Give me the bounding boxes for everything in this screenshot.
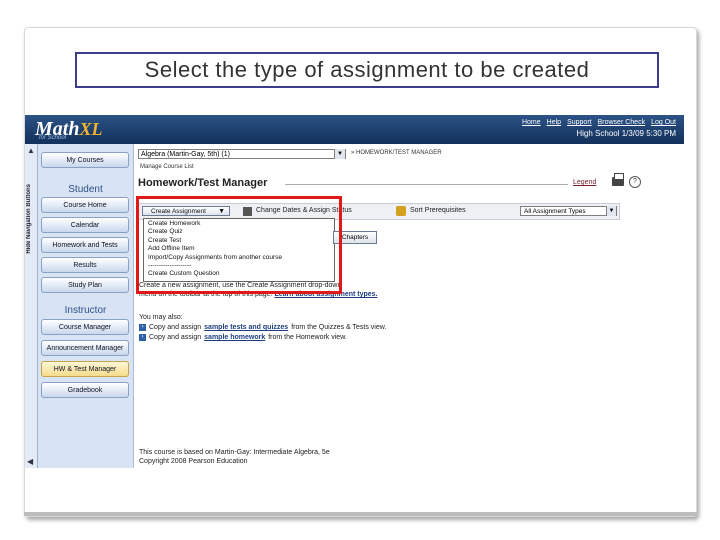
logo-xl: XL — [79, 119, 103, 139]
app-header: MathXL for School Home Help Support Brow… — [25, 115, 684, 144]
manage-course-list-link[interactable]: Manage Course List — [140, 164, 194, 170]
collapse-up-arrow-icon[interactable]: ▲ — [27, 146, 35, 155]
hide-navigation-bar[interactable]: ▲ Hide Navigation Buttons ◀ — [25, 144, 38, 468]
copyright-text: Copyright 2008 Pearson Education — [139, 458, 248, 465]
header-datetime: High School 1/3/09 5:30 PM — [576, 129, 676, 138]
slide-bottom-rule — [24, 512, 697, 516]
copy-tests-line: › Copy and assign sample tests and quizz… — [139, 324, 386, 331]
highlight-callout-box — [136, 196, 342, 294]
slide-title: Select the type of assignment to be crea… — [75, 52, 659, 88]
sidebar-item-calendar[interactable]: Calendar — [41, 217, 129, 233]
chevron-down-icon[interactable]: ▼ — [606, 206, 616, 216]
help-link[interactable]: Help — [547, 119, 561, 126]
hide-navigation-label[interactable]: Hide Navigation Buttons — [26, 184, 36, 254]
copy-hw-prefix: Copy and assign — [149, 334, 202, 341]
sidebar: My Courses Student Course Home Calendar … — [38, 144, 134, 468]
copy-homework-line: › Copy and assign sample homework from t… — [139, 334, 347, 341]
print-icon[interactable] — [612, 173, 624, 186]
sort-prerequisites-button[interactable]: Sort Prerequisites — [410, 207, 466, 214]
header-links: Home Help Support Browser Check Log Out — [522, 119, 676, 126]
copy-hw-suffix: from the Homework view. — [268, 334, 347, 341]
copy-tests-suffix: from the Quizzes & Tests view. — [291, 324, 387, 331]
home-link[interactable]: Home — [522, 119, 541, 126]
sidebar-item-course-manager[interactable]: Course Manager — [41, 319, 129, 335]
sidebar-item-study-plan[interactable]: Study Plan — [41, 277, 129, 293]
course-basis-text: This course is based on Martin-Gay: Inte… — [139, 449, 330, 456]
help-icon[interactable]: ? — [629, 176, 641, 188]
arrow-right-icon: › — [139, 324, 146, 331]
breadcrumb: » HOMEWORK/TEST MANAGER — [351, 150, 442, 156]
sidebar-item-hw-test-manager[interactable]: HW & Test Manager — [41, 361, 129, 377]
arrow-right-icon: › — [139, 334, 146, 341]
sidebar-section-instructor: Instructor — [64, 305, 107, 316]
sidebar-item-gradebook[interactable]: Gradebook — [41, 382, 129, 398]
filter-value: All Assignment Types — [524, 208, 586, 215]
chevron-down-icon[interactable]: ▼ — [334, 149, 345, 159]
sort-icon[interactable] — [396, 206, 406, 216]
page-title: Homework/Test Manager — [138, 177, 268, 189]
mathxl-screenshot: MathXL for School Home Help Support Brow… — [25, 115, 684, 468]
assignment-type-filter[interactable]: All Assignment Types ▼ — [520, 206, 617, 216]
course-select[interactable]: Algebra (Martin-Gay, 5th) (1) ▼ — [138, 149, 346, 159]
legend-link[interactable]: Legend — [573, 179, 596, 186]
log-out-link[interactable]: Log Out — [651, 119, 676, 126]
sample-homework-link[interactable]: sample homework — [204, 334, 265, 341]
collapse-down-arrow-icon[interactable]: ◀ — [27, 457, 33, 466]
sidebar-item-course-home[interactable]: Course Home — [41, 197, 129, 213]
logo-subtitle: for School — [39, 135, 67, 141]
main-content: Algebra (Martin-Gay, 5th) (1) ▼ » HOMEWO… — [135, 144, 684, 468]
sidebar-item-my-courses[interactable]: My Courses — [41, 152, 129, 168]
you-may-also-label: You may also: — [139, 314, 183, 321]
sidebar-section-student: Student — [68, 184, 103, 195]
sidebar-item-results[interactable]: Results — [41, 257, 129, 273]
copy-tests-prefix: Copy and assign — [149, 324, 202, 331]
support-link[interactable]: Support — [567, 119, 592, 126]
course-select-value: Algebra (Martin-Gay, 5th) (1) — [141, 151, 230, 158]
sample-tests-link[interactable]: sample tests and quizzes — [204, 324, 288, 331]
title-divider — [285, 184, 568, 185]
sidebar-item-homework-and-tests[interactable]: Homework and Tests — [41, 237, 129, 253]
browser-check-link[interactable]: Browser Check — [598, 119, 645, 126]
sidebar-item-announcement-manager[interactable]: Announcement Manager — [41, 340, 129, 356]
